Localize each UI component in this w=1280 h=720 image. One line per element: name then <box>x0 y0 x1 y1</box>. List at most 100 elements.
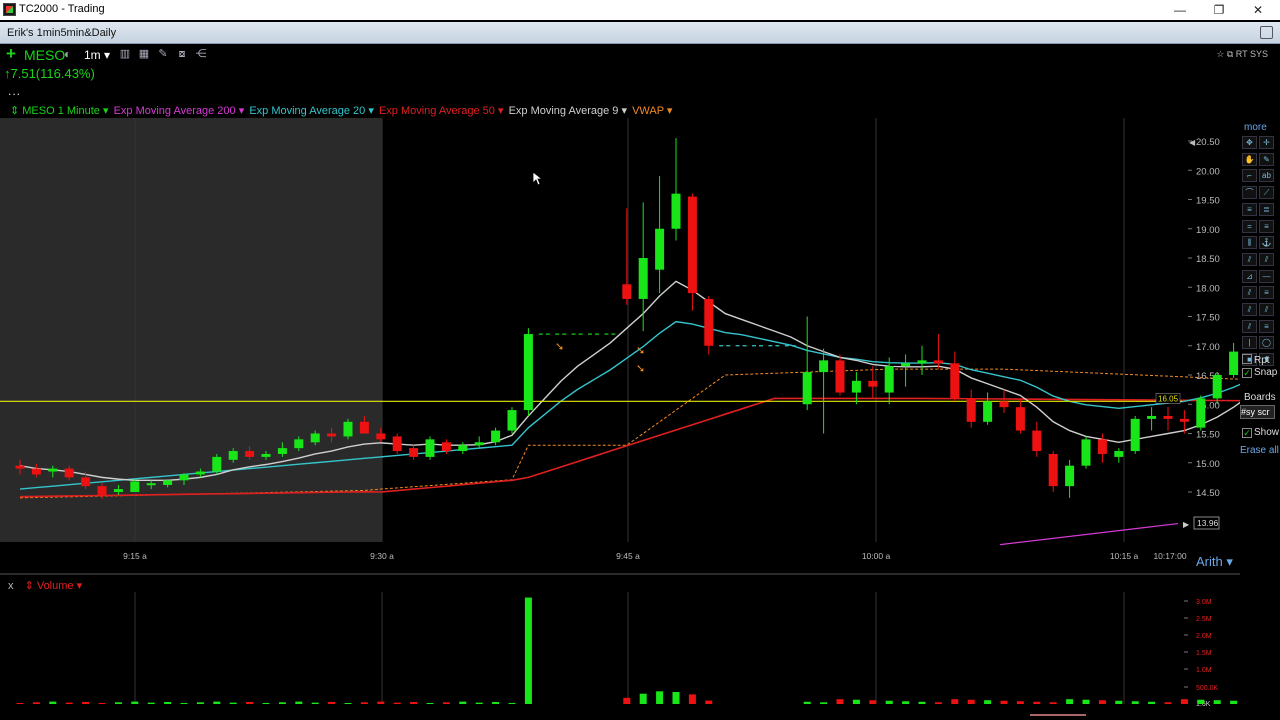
legend-volume[interactable]: ⇕ Volume ▾ <box>25 580 83 592</box>
chart-header-icons[interactable]: ☆ ⧉ RT SYS <box>1216 49 1268 60</box>
x-tick-label: 9:30 a <box>370 551 394 561</box>
timeframe-dropdown[interactable]: 1m ▾ <box>84 48 110 62</box>
draw-tool-icon[interactable]: ≡ <box>1259 286 1274 300</box>
candle-body <box>901 363 911 367</box>
draw-tool-icon[interactable]: ⫽ <box>1242 286 1257 300</box>
share-icon[interactable]: ⋲ <box>195 48 207 60</box>
volume-bar <box>49 701 57 704</box>
draw-tool-icon[interactable]: ⫽ <box>1242 319 1257 333</box>
bar-chart-icon[interactable]: ▥ <box>119 48 131 60</box>
draw-tool-icon[interactable]: ⌒ <box>1242 186 1257 200</box>
draw-tool-icon[interactable]: — <box>1259 269 1274 283</box>
scale-type-dropdown[interactable]: Arith ▾ <box>1196 554 1233 570</box>
volume-bar <box>1164 702 1172 704</box>
draw-tool-icon[interactable]: = <box>1242 219 1257 233</box>
more-tools-link[interactable]: more <box>1244 122 1267 133</box>
draw-tool-icon[interactable]: ⫽ <box>1242 303 1257 316</box>
minimize-button[interactable]: — <box>1161 0 1199 20</box>
draw-tool-icon[interactable]: ≣ <box>1259 202 1274 216</box>
volume-bar <box>918 701 926 704</box>
draw-tool-icon[interactable]: ≡ <box>1242 202 1257 216</box>
camera-icon[interactable]: ⧇ <box>176 48 188 60</box>
draw-tool-icon[interactable]: ⫽ <box>1242 252 1257 266</box>
close-volume-button[interactable]: x <box>8 580 14 592</box>
y-tick-label: 18.50 <box>1196 254 1220 265</box>
draw-tool-icon[interactable]: ◯ <box>1259 336 1274 350</box>
legend-ema20[interactable]: Exp Moving Average 20 ▾ <box>249 105 374 117</box>
volume-bar <box>442 702 450 704</box>
volume-bar <box>1230 700 1238 704</box>
maximize-button[interactable]: ❐ <box>1200 0 1238 20</box>
show-checkbox[interactable]: ✓ Show <box>1242 427 1279 438</box>
symbol-bar <box>0 44 1280 102</box>
more-options[interactable]: ... <box>8 84 21 98</box>
draw-tool-icon[interactable]: ⫽ <box>1259 252 1274 266</box>
symbol-input[interactable]: MESO <box>24 47 65 63</box>
draw-tool-icon[interactable]: ⫼ <box>1242 236 1257 250</box>
y-tick-label: 20.00 <box>1196 166 1220 177</box>
candle-body <box>933 360 943 364</box>
candle-body <box>146 483 156 486</box>
candle-body <box>1196 398 1206 428</box>
vol-tick-label: 500.0K <box>1196 685 1219 692</box>
candle-body <box>113 489 123 492</box>
vol-tick-label: 3.0M <box>1196 599 1212 606</box>
draw-tool-icon[interactable]: ⫽ <box>1259 303 1274 316</box>
legend-price[interactable]: ⇕ MESO 1 Minute ▾ <box>10 105 109 117</box>
legend-ema50[interactable]: Exp Moving Average 50 ▾ <box>379 105 504 117</box>
legend-ema9[interactable]: Exp Moving Average 9 ▾ <box>509 105 627 117</box>
y-tick-label: 17.00 <box>1196 342 1220 353</box>
candle-body <box>376 433 386 440</box>
draw-tool-icon[interactable]: | <box>1242 336 1257 350</box>
draw-tool-icon[interactable]: ≡ <box>1259 219 1274 233</box>
draw-tool-icon[interactable]: ✎ <box>1259 152 1274 166</box>
volume-bar <box>98 702 106 704</box>
rpt-checkbox[interactable]: Rpt <box>1242 354 1270 366</box>
legend-ema200[interactable]: Exp Moving Average 200 ▾ <box>114 105 245 117</box>
add-symbol-icon[interactable]: + <box>6 45 16 62</box>
draw-tool-icon[interactable]: ⟋ <box>1259 186 1274 200</box>
candle-body <box>212 456 222 472</box>
price-marker-arrow: ▶ <box>1183 520 1190 529</box>
volume-bar <box>1066 699 1074 704</box>
draw-tool-icon[interactable]: ⊿ <box>1242 269 1257 283</box>
pencil-icon[interactable]: ✎ <box>157 48 169 60</box>
draw-tool-icon[interactable]: ≡ <box>1259 319 1274 333</box>
layout-restore-icon[interactable] <box>1260 26 1273 39</box>
volume-bar <box>229 702 237 704</box>
layout-tab[interactable]: Erik's 1min5min&Daily <box>7 27 116 39</box>
draw-tool-icon[interactable]: ⌐ <box>1242 169 1257 183</box>
volume-bar <box>344 702 352 704</box>
price-chart[interactable]: 20.50 20.00 19.50 19.00 18.50 18.00 17.50 17.00… <box>0 118 1240 578</box>
volume-bar <box>1098 700 1106 704</box>
draw-tool-icon[interactable]: ✥ <box>1242 136 1257 149</box>
draw-tool-icon[interactable]: ✛ <box>1259 136 1274 149</box>
x-tick-label: 10:15 a <box>1110 551 1139 561</box>
candle-body <box>343 421 353 437</box>
snap-checkbox[interactable]: ✓ Snap <box>1242 367 1277 378</box>
candle-body <box>950 363 960 399</box>
volume-bar <box>1115 700 1123 704</box>
volume-bar <box>180 702 188 704</box>
boards-input[interactable]: #sy scr <box>1240 405 1275 419</box>
mouse-cursor-icon <box>533 172 543 186</box>
volume-bar <box>360 702 368 704</box>
vol-tick-label: 2.5M <box>1196 616 1212 623</box>
last-price-label: 16.05 <box>1158 394 1179 403</box>
volume-bar <box>82 701 90 704</box>
symbol-actions-icon[interactable]: ◐ <box>64 47 71 61</box>
volume-bar <box>1213 700 1221 704</box>
legend-vwap[interactable]: VWAP ▾ <box>632 105 672 117</box>
erase-all-link[interactable]: Erase all <box>1240 445 1279 456</box>
draw-tool-icon[interactable]: ⚓ <box>1259 236 1274 250</box>
draw-tool-icon[interactable]: ✋ <box>1242 152 1257 166</box>
draw-tool-icon[interactable]: ab <box>1259 169 1274 183</box>
signal-arrow: ➘ <box>555 341 564 353</box>
layout-icon[interactable]: ▦ <box>138 48 150 60</box>
volume-bar <box>328 701 336 704</box>
scroll-thumb[interactable] <box>1030 714 1086 716</box>
volume-chart[interactable]: 3.0M2.5M2.0M1.5M1.0M500.0K1.6K <box>0 592 1240 720</box>
volume-bar <box>1016 701 1024 704</box>
close-button[interactable]: ✕ <box>1239 0 1277 20</box>
x-tick-label: 9:45 a <box>616 551 640 561</box>
